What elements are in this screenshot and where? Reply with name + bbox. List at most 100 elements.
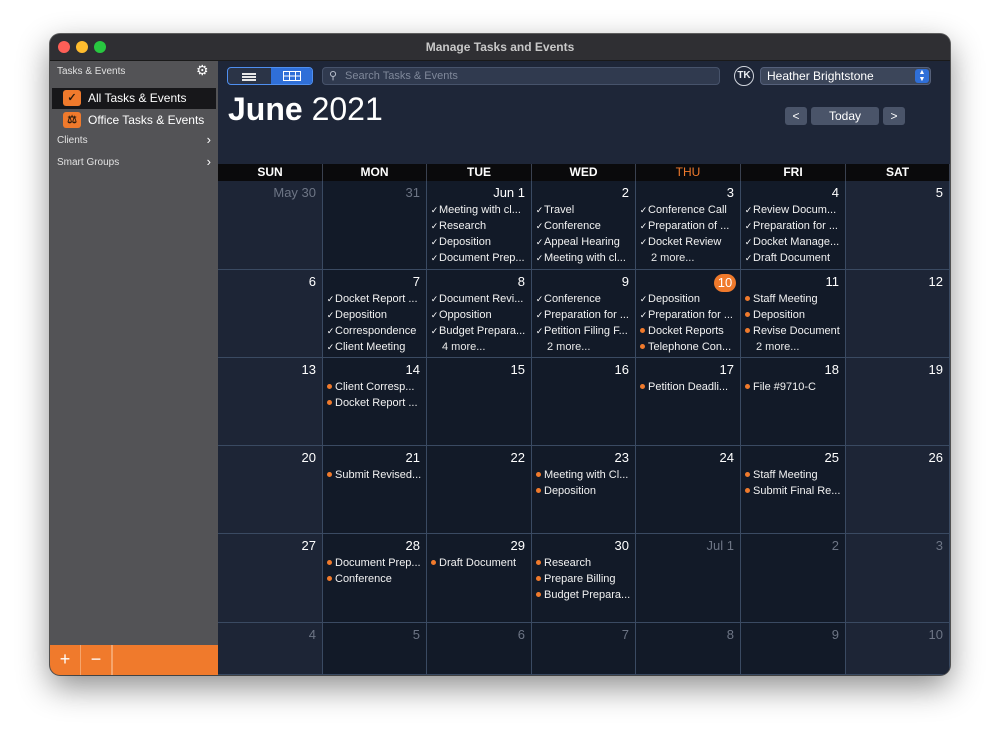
calendar-event[interactable]: ✓Deposition <box>639 291 737 307</box>
calendar-event[interactable]: Submit Final Re... <box>744 483 842 499</box>
calendar-day-cell[interactable]: 23 Meeting with Cl... Deposition <box>532 446 636 534</box>
calendar-day-cell[interactable]: 22 <box>427 446 532 534</box>
calendar-event[interactable]: Staff Meeting <box>744 291 842 307</box>
calendar-day-cell[interactable]: Jul 1 <box>636 534 741 623</box>
more-events-link[interactable]: 2 more... <box>535 339 632 355</box>
calendar-event[interactable]: ✓Travel <box>535 202 632 218</box>
calendar-day-cell[interactable]: 30 Research Prepare Billing Budget Prepara.… <box>532 534 636 623</box>
calendar-day-cell[interactable]: 8 ✓Document Revi... ✓Opposition ✓Budget Pre… <box>427 270 532 358</box>
calendar-day-cell[interactable]: 15 <box>427 358 532 446</box>
calendar-event[interactable]: ✓Preparation of ... <box>639 218 737 234</box>
calendar-day-cell[interactable]: 2 <box>741 534 846 623</box>
calendar-day-cell[interactable]: 10 ✓Deposition ✓Preparation for ... Docket … <box>636 270 741 358</box>
more-events-link[interactable]: 4 more... <box>430 339 528 355</box>
calendar-event[interactable]: ✓Draft Document <box>744 250 842 266</box>
calendar-day-cell[interactable]: 11 Staff Meeting Deposition Revise Document… <box>741 270 846 358</box>
calendar-day-cell[interactable]: 28 Document Prep... Conference <box>323 534 427 623</box>
previous-month-button[interactable]: < <box>785 107 807 125</box>
calendar-event[interactable]: Conference <box>326 571 423 587</box>
calendar-day-cell[interactable]: 3 ✓Conference Call ✓Preparation of ... ✓Doc… <box>636 181 741 270</box>
calendar-event[interactable]: ✓Research <box>430 218 528 234</box>
calendar-event[interactable]: Submit Revised... <box>326 467 423 483</box>
calendar-day-cell[interactable]: Jun 1 ✓Meeting with cl... ✓Research ✓Deposi… <box>427 181 532 270</box>
sidebar-group-smart-groups[interactable]: Smart Groups › <box>57 154 211 171</box>
calendar-day-cell[interactable]: 7 <box>532 623 636 675</box>
calendar-event[interactable]: Deposition <box>744 307 842 323</box>
calendar-event[interactable]: File #9710-C <box>744 379 842 395</box>
calendar-day-cell[interactable]: 2 ✓Travel ✓Conference ✓Appeal Hearing ✓Meeti… <box>532 181 636 270</box>
calendar-day-cell[interactable]: 21 Submit Revised... <box>323 446 427 534</box>
calendar-event[interactable]: ✓Preparation for ... <box>535 307 632 323</box>
calendar-event[interactable]: ✓Conference <box>535 218 632 234</box>
calendar-event[interactable]: Research <box>535 555 632 571</box>
remove-button[interactable]: − <box>81 645 112 675</box>
calendar-event[interactable]: Draft Document <box>430 555 528 571</box>
calendar-event[interactable]: ✓Conference <box>535 291 632 307</box>
calendar-event[interactable]: Petition Deadli... <box>639 379 737 395</box>
calendar-event[interactable]: Staff Meeting <box>744 467 842 483</box>
calendar-day-cell[interactable]: 26 <box>846 446 950 534</box>
calendar-event[interactable]: ✓Opposition <box>430 307 528 323</box>
calendar-day-cell[interactable]: 19 <box>846 358 950 446</box>
calendar-event[interactable]: Deposition <box>535 483 632 499</box>
calendar-day-cell[interactable]: 6 <box>218 270 323 358</box>
calendar-event[interactable]: Docket Report ... <box>326 395 423 411</box>
calendar-event[interactable]: ✓Preparation for ... <box>744 218 842 234</box>
gear-icon[interactable]: ⚙ <box>196 63 209 77</box>
calendar-event[interactable]: Docket Reports <box>639 323 737 339</box>
calendar-event[interactable]: ✓Correspondence <box>326 323 423 339</box>
calendar-day-cell[interactable]: 10 <box>846 623 950 675</box>
calendar-event[interactable]: ✓Meeting with cl... <box>430 202 528 218</box>
sidebar-group-clients[interactable]: Clients › <box>57 132 211 149</box>
more-events-link[interactable]: 2 more... <box>744 339 842 355</box>
add-button[interactable]: + <box>50 645 81 675</box>
month-grid-view-button[interactable] <box>271 68 312 84</box>
calendar-event[interactable]: ✓Meeting with cl... <box>535 250 632 266</box>
calendar-day-cell[interactable]: 6 <box>427 623 532 675</box>
calendar-day-cell[interactable]: 9 <box>741 623 846 675</box>
calendar-day-cell[interactable]: 14 Client Corresp... Docket Report ... <box>323 358 427 446</box>
user-select[interactable]: Heather Brightstone ▲ ▼ <box>760 67 931 85</box>
calendar-event[interactable]: ✓Deposition <box>430 234 528 250</box>
calendar-day-cell[interactable]: 5 <box>323 623 427 675</box>
sidebar-item-all-tasks-events[interactable]: ✓ All Tasks & Events <box>52 88 216 109</box>
calendar-event[interactable]: Document Prep... <box>326 555 423 571</box>
list-view-button[interactable] <box>228 68 270 84</box>
calendar-event[interactable]: ✓Conference Call <box>639 202 737 218</box>
calendar-event[interactable]: ✓Docket Report ... <box>326 291 423 307</box>
calendar-event[interactable]: Revise Document <box>744 323 842 339</box>
calendar-day-cell[interactable]: 29 Draft Document <box>427 534 532 623</box>
calendar-event[interactable]: Budget Prepara... <box>535 587 632 603</box>
avatar[interactable]: TK <box>734 66 754 86</box>
more-events-link[interactable]: 2 more... <box>639 250 737 266</box>
calendar-day-cell[interactable]: 9 ✓Conference ✓Preparation for ... ✓Petitio… <box>532 270 636 358</box>
calendar-event[interactable]: ✓Review Docum... <box>744 202 842 218</box>
calendar-event[interactable]: ✓Petition Filing F... <box>535 323 632 339</box>
calendar-day-cell[interactable]: 17 Petition Deadli... <box>636 358 741 446</box>
calendar-day-cell[interactable]: 4 <box>218 623 323 675</box>
calendar-day-cell[interactable]: 20 <box>218 446 323 534</box>
calendar-day-cell[interactable]: 5 <box>846 181 950 270</box>
calendar-day-cell[interactable]: 24 <box>636 446 741 534</box>
calendar-day-cell[interactable]: 7 ✓Docket Report ... ✓Deposition ✓Correspon… <box>323 270 427 358</box>
calendar-event[interactable]: ✓Deposition <box>326 307 423 323</box>
today-button[interactable]: Today <box>811 107 879 125</box>
calendar-event[interactable]: Telephone Con... <box>639 339 737 355</box>
calendar-day-cell[interactable]: 8 <box>636 623 741 675</box>
calendar-event[interactable]: ✓Appeal Hearing <box>535 234 632 250</box>
calendar-event[interactable]: ✓Docket Manage... <box>744 234 842 250</box>
calendar-event[interactable]: ✓Document Prep... <box>430 250 528 266</box>
calendar-day-cell[interactable]: 13 <box>218 358 323 446</box>
calendar-event[interactable]: ✓Client Meeting <box>326 339 423 355</box>
calendar-day-cell[interactable]: 18 File #9710-C <box>741 358 846 446</box>
calendar-day-cell[interactable]: 27 <box>218 534 323 623</box>
calendar-event[interactable]: ✓Docket Review <box>639 234 737 250</box>
calendar-day-cell[interactable]: May 30 <box>218 181 323 270</box>
calendar-event[interactable]: ✓Preparation for ... <box>639 307 737 323</box>
calendar-day-cell[interactable]: 4 ✓Review Docum... ✓Preparation for ... ✓Do… <box>741 181 846 270</box>
calendar-event[interactable]: ✓Budget Prepara... <box>430 323 528 339</box>
calendar-day-cell[interactable]: 16 <box>532 358 636 446</box>
calendar-event[interactable]: ✓Document Revi... <box>430 291 528 307</box>
next-month-button[interactable]: > <box>883 107 905 125</box>
calendar-day-cell[interactable]: 31 <box>323 181 427 270</box>
